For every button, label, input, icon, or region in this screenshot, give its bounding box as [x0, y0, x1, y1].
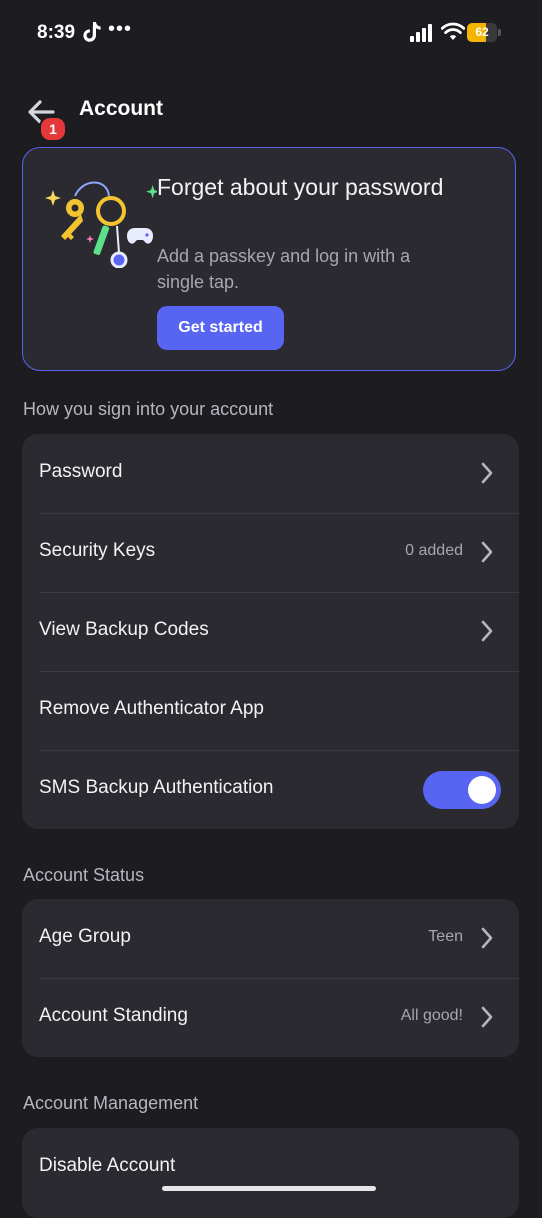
security-keys-row[interactable]: Security Keys 0 added [22, 513, 519, 592]
password-row[interactable]: Password [22, 434, 519, 513]
sms-backup-toggle[interactable] [423, 771, 501, 809]
chevron-right-icon [481, 620, 493, 642]
chevron-right-icon [481, 462, 493, 484]
section-label-account-status: Account Status [23, 865, 145, 885]
cellular-signal-icon [410, 24, 432, 42]
disable-account-row[interactable]: Disable Account [22, 1128, 519, 1207]
tiktok-icon [83, 22, 101, 42]
battery-level: 62 [475, 25, 489, 39]
sms-backup-row: SMS Backup Authentication [22, 750, 519, 829]
chevron-right-icon [481, 541, 493, 563]
row-label: Password [39, 461, 123, 482]
row-label: Account Standing [39, 1005, 188, 1026]
account-management-card: Disable Account [22, 1128, 519, 1218]
page-title: Account [79, 97, 163, 120]
row-label: Age Group [39, 926, 131, 947]
row-label: SMS Backup Authentication [39, 777, 274, 798]
age-group-value: Teen [428, 928, 463, 945]
battery-icon: 62 [467, 23, 501, 42]
row-label: Disable Account [39, 1155, 176, 1176]
promo-description: Add a passkey and log in with a single t… [157, 246, 411, 292]
notification-badge: 1 [39, 116, 67, 142]
sign-in-card: Password Security Keys 0 added View Back… [22, 434, 519, 829]
security-keys-count: 0 added [405, 542, 463, 559]
toggle-knob [468, 776, 496, 804]
promo-title: Forget about your password [157, 174, 444, 200]
remove-authenticator-row[interactable]: Remove Authenticator App [22, 671, 519, 750]
keys-illustration-icon [45, 181, 157, 268]
get-started-button[interactable]: Get started [157, 306, 284, 350]
view-backup-codes-row[interactable]: View Backup Codes [22, 592, 519, 671]
account-standing-row[interactable]: Account Standing All good! [22, 978, 519, 1057]
section-label-account-management: Account Management [23, 1093, 199, 1113]
age-group-row[interactable]: Age Group Teen [22, 899, 519, 978]
wifi-icon [441, 22, 465, 40]
chevron-right-icon [481, 927, 493, 949]
passkey-promo-card: Forget about your password Add a passkey… [22, 147, 516, 371]
row-label: View Backup Codes [39, 619, 209, 640]
status-time: 8:39 [37, 22, 76, 43]
account-status-card: Age Group Teen Account Standing All good… [22, 899, 519, 1057]
section-label-sign-in: How you sign into your account [23, 399, 274, 419]
chevron-right-icon [481, 1006, 493, 1028]
row-label: Remove Authenticator App [39, 698, 264, 719]
account-standing-value: All good! [400, 1007, 463, 1024]
status-bar: 8:39 ••• 62 [0, 0, 542, 70]
home-indicator[interactable] [162, 1186, 376, 1191]
more-notifications-icon: ••• [108, 18, 133, 40]
row-label: Security Keys [39, 540, 156, 561]
